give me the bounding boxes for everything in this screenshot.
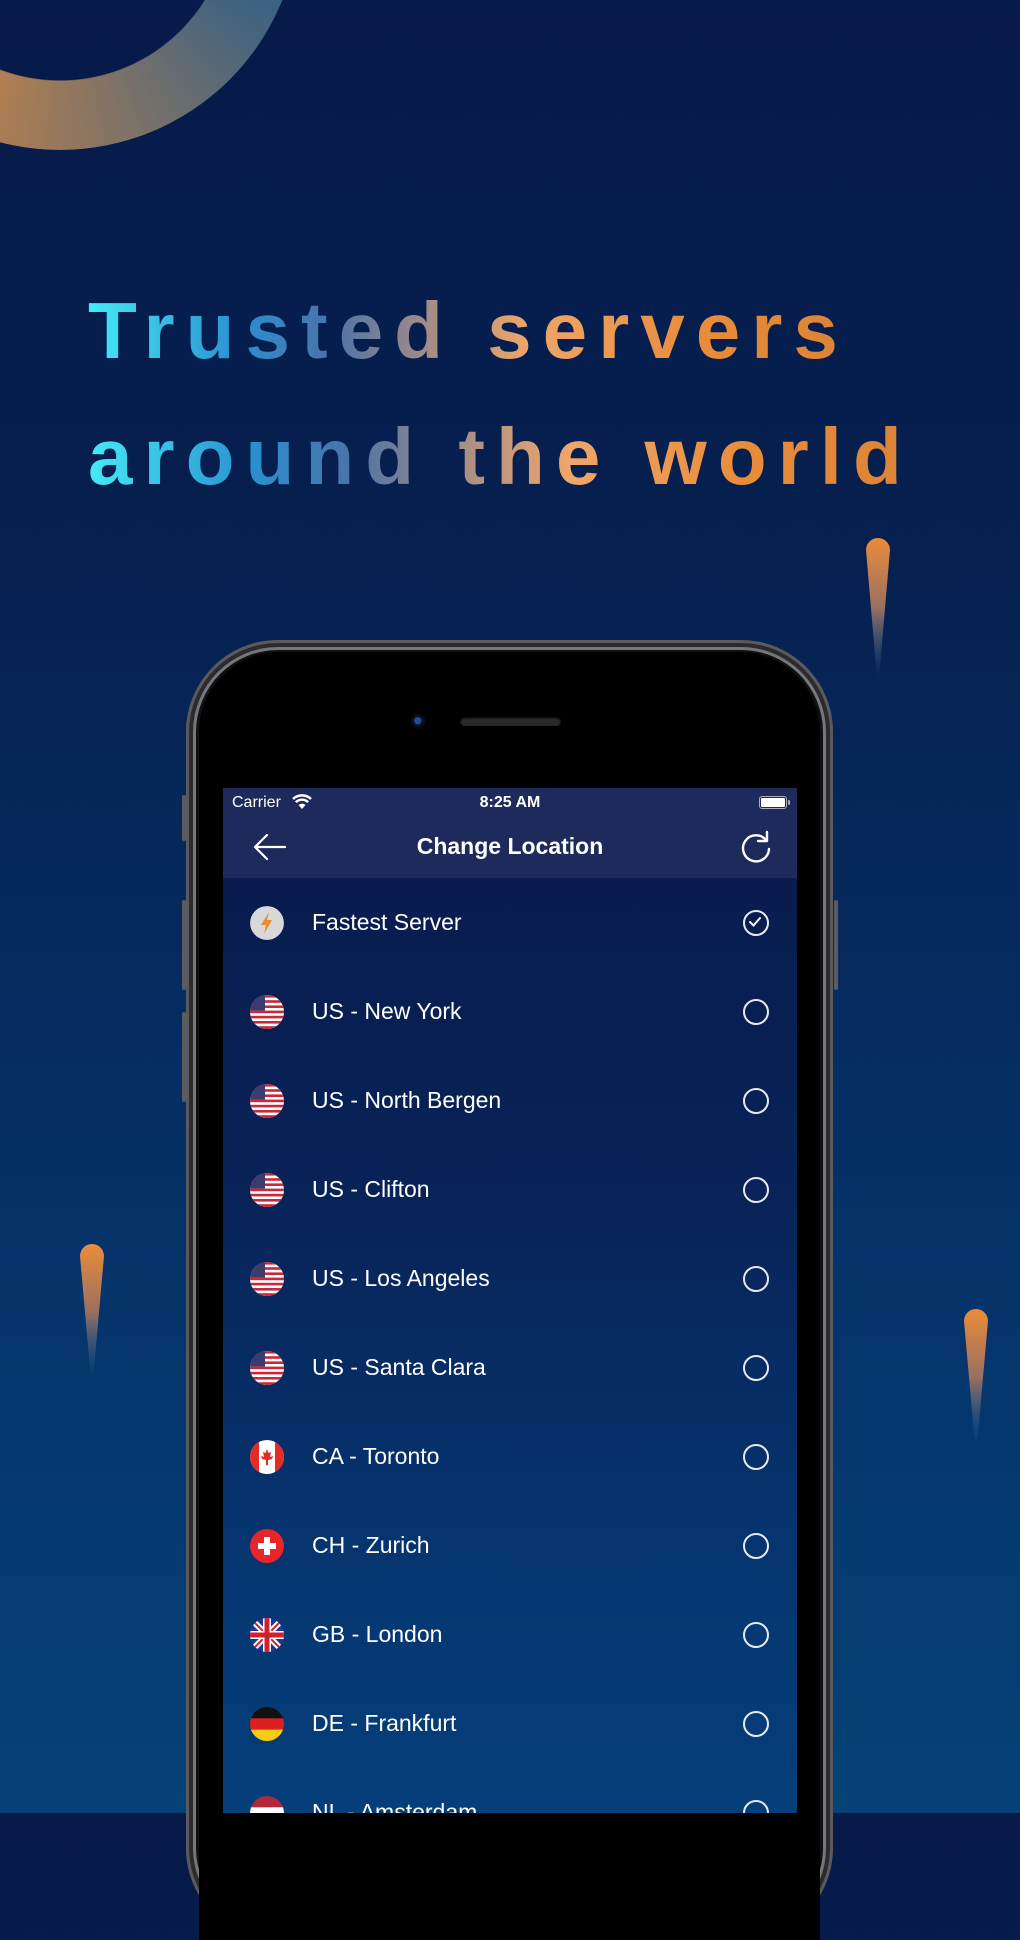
- location-label: CH - Zurich: [312, 1532, 430, 1558]
- location-label: US - Santa Clara: [312, 1354, 486, 1380]
- refresh-icon: [741, 830, 771, 863]
- flag-us-icon: [250, 1083, 284, 1118]
- location-row[interactable]: DE - Frankfurt: [223, 1679, 797, 1768]
- status-time: 8:25 AM: [479, 794, 541, 811]
- earpiece-speaker: [460, 717, 561, 726]
- flag-us-icon: [250, 1261, 284, 1296]
- location-list: Fastest Server US - New York US - North …: [223, 878, 797, 1813]
- comet-decoration: [80, 1244, 104, 1380]
- flag-gb-icon: [250, 1617, 284, 1652]
- flag-ca-icon: [250, 1439, 284, 1474]
- location-row[interactable]: US - Clifton: [223, 1145, 797, 1234]
- radio-button[interactable]: [743, 1354, 769, 1381]
- location-label: DE - Frankfurt: [312, 1710, 457, 1736]
- comet-decoration: [866, 538, 890, 678]
- flag-ch-icon: [250, 1528, 284, 1563]
- phone-power-button: [834, 900, 838, 990]
- location-row[interactable]: GB - London: [223, 1590, 797, 1679]
- location-label: Fastest Server: [312, 909, 462, 935]
- location-row[interactable]: CH - Zurich: [223, 1501, 797, 1590]
- decorative-ring: [0, 0, 300, 150]
- location-row[interactable]: US - Los Angeles: [223, 1234, 797, 1323]
- nav-bar: Change Location: [223, 817, 797, 878]
- radio-button[interactable]: [743, 1710, 769, 1737]
- flag-us-icon: [250, 994, 284, 1029]
- location-row[interactable]: CA - Toronto: [223, 1412, 797, 1501]
- radio-button[interactable]: [743, 1621, 769, 1648]
- front-camera: [411, 714, 426, 729]
- radio-button[interactable]: [743, 1799, 769, 1813]
- flag-us-icon: [250, 1350, 284, 1385]
- flag-nl-icon: [250, 1795, 284, 1813]
- location-row[interactable]: US - Santa Clara: [223, 1323, 797, 1412]
- comet-decoration: [964, 1309, 988, 1445]
- radio-button[interactable]: [743, 998, 769, 1025]
- location-label: US - Clifton: [312, 1176, 430, 1202]
- location-label: US - North Bergen: [312, 1087, 502, 1113]
- radio-button[interactable]: [743, 1265, 769, 1292]
- page-title: Change Location: [416, 833, 604, 859]
- location-label: CA - Toronto: [312, 1443, 440, 1469]
- lightning-icon: [250, 905, 284, 940]
- radio-button[interactable]: [743, 1087, 769, 1114]
- flag-us-icon: [250, 1172, 284, 1207]
- location-label: NL - Amsterdam: [312, 1799, 478, 1813]
- headline: Trusted servers around the world: [88, 268, 988, 520]
- battery-icon: [759, 796, 790, 809]
- status-bar: Carrier 8:25 AM: [223, 788, 797, 817]
- flag-de-icon: [250, 1706, 284, 1741]
- location-row[interactable]: US - New York: [223, 967, 797, 1056]
- selected-check-icon[interactable]: [743, 909, 769, 936]
- location-row[interactable]: US - North Bergen: [223, 1056, 797, 1145]
- location-label: US - Los Angeles: [312, 1265, 490, 1291]
- location-label: US - New York: [312, 998, 462, 1024]
- headline-line-1: Trusted servers: [88, 268, 849, 394]
- phone-screen: Carrier 8:25 AM Change Location Fastest …: [223, 788, 797, 1813]
- radio-button[interactable]: [743, 1532, 769, 1559]
- location-row-fastest[interactable]: Fastest Server: [223, 878, 797, 967]
- refresh-button[interactable]: [740, 830, 772, 864]
- headline-line-2: around the world: [88, 394, 913, 520]
- radio-button[interactable]: [743, 1443, 769, 1470]
- radio-button[interactable]: [743, 1176, 769, 1203]
- location-label: GB - London: [312, 1621, 443, 1647]
- location-row[interactable]: NL - Amsterdam: [223, 1768, 797, 1813]
